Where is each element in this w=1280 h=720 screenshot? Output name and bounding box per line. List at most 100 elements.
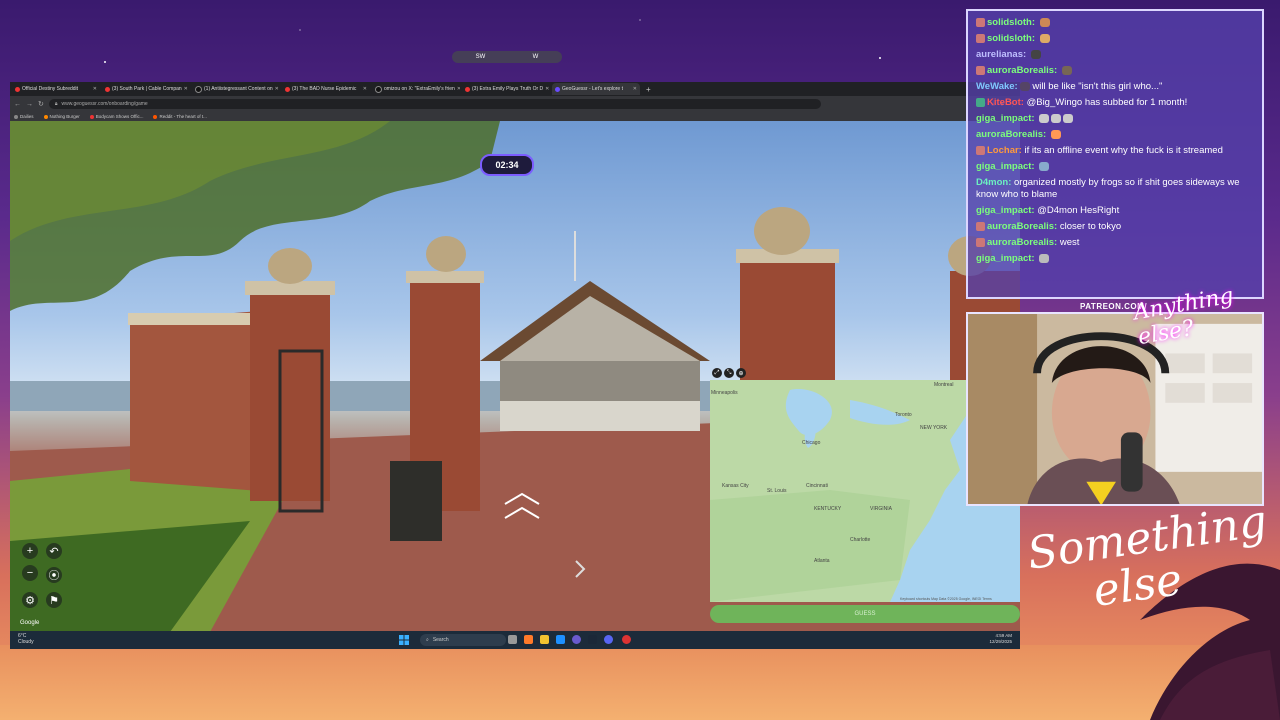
clock-date: 12/29/2025	[989, 639, 1012, 644]
chat-text: west	[1059, 237, 1080, 248]
zoom-out-button[interactable]: −	[22, 565, 38, 581]
browser-tab[interactable]: (1) Antiistegressant Content on ✕	[192, 83, 280, 95]
chat-username[interactable]: giga_impact:	[976, 205, 1035, 216]
browser-tab[interactable]: (3) South Park | Cable Compan ✕	[102, 83, 190, 95]
chat-username[interactable]: auroraBorealis:	[987, 237, 1057, 248]
folder-icon	[14, 114, 18, 119]
reload-icon[interactable]: ↻	[38, 100, 44, 108]
weather-desc: Cloudy	[18, 639, 34, 645]
chat-username[interactable]: D4mon:	[976, 177, 1011, 188]
tab-favicon	[105, 86, 110, 92]
zoom-in-button[interactable]: +	[22, 543, 38, 559]
emote-icon	[1030, 49, 1041, 59]
discord-icon[interactable]	[604, 635, 613, 644]
bookmark-item[interactable]: Bodycam Shows Offic...	[89, 114, 144, 119]
map-label: Minneapolis	[711, 390, 738, 396]
badge-icon	[976, 17, 985, 27]
chat-username[interactable]: aurelianas:	[976, 49, 1026, 60]
emote-icon	[1039, 161, 1050, 171]
map-attribution: Keyboard shortcuts Map Data ©2025 Google…	[900, 597, 992, 601]
emote-icon	[1019, 81, 1030, 91]
close-icon[interactable]: ✕	[457, 86, 460, 92]
chat-username[interactable]: solidsloth:	[987, 17, 1035, 28]
close-icon[interactable]: ✕	[545, 86, 549, 92]
chat-panel: solidsloth: solidsloth: aurelianas: auro…	[966, 9, 1264, 299]
tab-favicon	[375, 85, 382, 93]
flag-icon[interactable]: ⚑	[46, 592, 62, 608]
map-label: VIRGINIA	[870, 506, 892, 512]
map-label: Montreal	[934, 382, 954, 388]
obs-icon[interactable]	[572, 635, 581, 644]
chat-username[interactable]: solidsloth:	[987, 33, 1035, 44]
pin-map-icon[interactable]: ⊕	[736, 368, 746, 378]
browser-tab-active[interactable]: GeoGuessr - Let's explore t ✕	[552, 83, 640, 95]
webcam-feed	[966, 312, 1264, 506]
file-explorer-icon[interactable]	[540, 635, 549, 644]
close-icon[interactable]: ✕	[275, 86, 279, 92]
emote-icon	[1063, 113, 1074, 123]
chat-message: aurelianas:	[976, 49, 1254, 61]
chat-message: auroraBorealis:	[976, 129, 1254, 141]
emote-icon	[1039, 33, 1050, 43]
taskbar-search[interactable]: ⌕ Search	[420, 634, 506, 646]
sub-icon	[976, 97, 985, 107]
badge-icon	[976, 237, 985, 247]
bookmark-item[interactable]: Nothing Burger	[43, 114, 80, 119]
browser-tab[interactable]: (3) Extra Emily Plays Truth Or D ✕	[462, 83, 550, 95]
windows-start-icon[interactable]	[399, 635, 409, 645]
close-icon[interactable]: ✕	[633, 86, 637, 92]
tab-favicon	[285, 86, 290, 92]
bookmark-item[interactable]: Dailies	[14, 114, 34, 119]
chat-username[interactable]: auroraBorealis:	[976, 129, 1046, 140]
chat-username[interactable]: auroraBorealis:	[987, 221, 1057, 232]
chat-username[interactable]: giga_impact:	[976, 161, 1035, 172]
steam-icon[interactable]	[588, 635, 597, 644]
system-tray[interactable]: 4:59 AM 12/29/2025	[989, 633, 1012, 645]
address-bar[interactable]: 🔒︎ www.geoguessr.com/onboarding/game	[48, 99, 821, 109]
chat-username[interactable]: auroraBorealis:	[987, 65, 1057, 76]
chat-text: @Big_Wingo has subbed for 1 month!	[1026, 97, 1188, 108]
chat-text: @D4mon HesRight	[1037, 205, 1120, 216]
shrink-map-icon[interactable]: ⤡	[724, 368, 734, 378]
round-timer: 02:34	[480, 154, 534, 176]
back-icon[interactable]: ←	[14, 101, 21, 108]
expand-map-icon[interactable]: ⤢	[712, 368, 722, 378]
chat-username[interactable]: giga_impact:	[976, 113, 1035, 124]
chat-username[interactable]: Lochar:	[987, 145, 1022, 156]
bookmark-label: Bodycam Shows Offic...	[95, 114, 144, 119]
new-tab-button[interactable]: +	[642, 85, 655, 94]
browser-tab[interactable]: (3) The BAD Nurse Epidemic ✕	[282, 83, 370, 95]
tab-label: (3) Extra Emily Plays Truth Or D	[472, 86, 544, 92]
close-icon[interactable]: ✕	[93, 86, 97, 92]
chat-message: D4mon: organized mostly by frogs so if s…	[976, 177, 1254, 201]
chat-username[interactable]: WeWake:	[976, 81, 1018, 92]
weather-widget[interactable]: 6°C Cloudy	[18, 633, 34, 645]
chat-message: WeWake: will be like "isn't this girl wh…	[976, 81, 1254, 93]
task-view-icon[interactable]	[508, 635, 517, 644]
map-label: Cincinnati	[806, 483, 828, 489]
chat-message: auroraBorealis:	[976, 65, 1254, 77]
chrome-icon[interactable]	[622, 635, 631, 644]
chat-message: giga_impact:	[976, 161, 1254, 173]
chat-username[interactable]: giga_impact:	[976, 253, 1035, 264]
bookmark-item[interactable]: Reddit - The heart of t...	[153, 114, 207, 119]
app-icon[interactable]	[556, 635, 565, 644]
checkpoint-icon[interactable]: ⦿	[46, 567, 62, 583]
browser-tab[interactable]: Official Destiny Subreddit ✕	[12, 83, 100, 95]
close-icon[interactable]: ✕	[363, 86, 367, 92]
tab-favicon	[555, 86, 560, 92]
map-label: KENTUCKY	[814, 506, 842, 512]
firefox-icon[interactable]	[524, 635, 533, 644]
guess-button[interactable]: GUESS	[710, 605, 1020, 623]
settings-icon[interactable]: ⚙	[22, 592, 38, 608]
forward-icon[interactable]: →	[26, 101, 33, 108]
map-label: Chicago	[802, 440, 821, 446]
browser-tab[interactable]: omizou on X: "ExtraEmily's frien ✕	[372, 83, 460, 95]
emote-icon	[1061, 65, 1072, 75]
close-icon[interactable]: ✕	[184, 86, 188, 92]
undo-icon[interactable]: ↶	[46, 543, 62, 559]
badge-icon	[976, 221, 985, 231]
tab-label: omizou on X: "ExtraEmily's frien	[384, 86, 455, 92]
google-logo: Google	[20, 620, 40, 626]
chat-text: will be like "isn't this girl who..."	[1032, 81, 1163, 92]
